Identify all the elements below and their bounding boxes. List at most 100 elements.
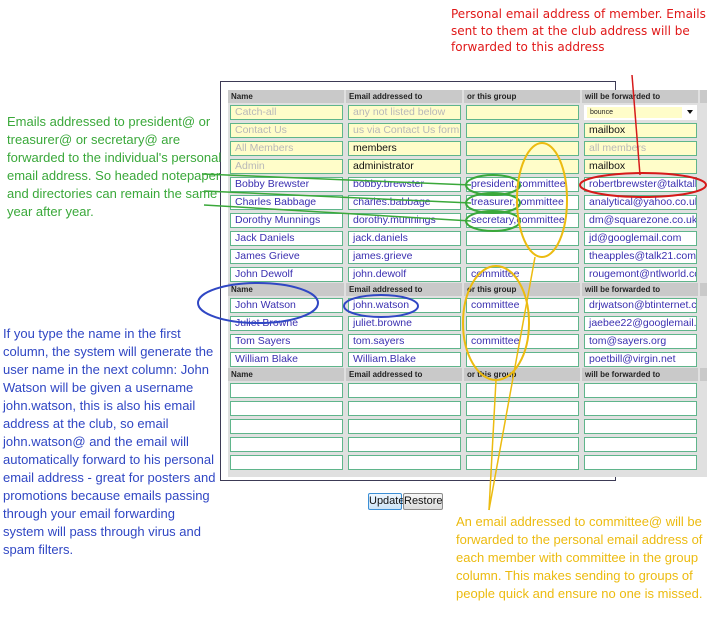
email-field[interactable] bbox=[348, 436, 461, 452]
table-row: Tom Sayers tom.sayers committee tom@saye… bbox=[228, 332, 707, 350]
group-field[interactable] bbox=[466, 436, 579, 452]
name-field[interactable] bbox=[230, 400, 343, 416]
forward-field[interactable]: jaebee22@googlemail. bbox=[584, 315, 697, 331]
annotation-role-addresses: Emails addressed to president@ or treasu… bbox=[7, 114, 222, 219]
header-name: Name bbox=[228, 283, 346, 296]
forward-field[interactable]: analytical@yahoo.co.uk bbox=[584, 194, 697, 210]
group-field[interactable] bbox=[466, 140, 579, 156]
forward-field[interactable]: drjwatson@btinternet.co bbox=[584, 297, 697, 313]
email-field[interactable]: dorothy.munnings bbox=[348, 212, 461, 228]
email-field[interactable]: administrator bbox=[348, 158, 461, 174]
name-field[interactable] bbox=[230, 454, 343, 470]
name-field[interactable]: Tom Sayers bbox=[230, 333, 343, 349]
restore-button[interactable]: Restore bbox=[403, 493, 443, 510]
email-field[interactable]: john.dewolf bbox=[348, 266, 461, 282]
email-field[interactable]: members bbox=[348, 140, 461, 156]
forward-field[interactable]: robertbrewster@talktalk bbox=[584, 176, 697, 192]
email-field[interactable] bbox=[348, 400, 461, 416]
group-field[interactable] bbox=[466, 351, 579, 367]
email-field[interactable] bbox=[348, 382, 461, 398]
email-field[interactable]: jack.daniels bbox=[348, 230, 461, 246]
email-field[interactable]: bobby.brewster bbox=[348, 176, 461, 192]
forward-field[interactable] bbox=[584, 436, 697, 452]
header-name: Name bbox=[228, 368, 346, 381]
forward-field[interactable]: jd@googlemail.com bbox=[584, 230, 697, 246]
email-field[interactable]: us via Contact Us form bbox=[348, 122, 461, 138]
table-row: John Dewolf john.dewolf committee rougem… bbox=[228, 265, 707, 283]
forward-field[interactable] bbox=[584, 382, 697, 398]
forward-field[interactable] bbox=[584, 454, 697, 470]
name-field[interactable] bbox=[230, 436, 343, 452]
name-field[interactable]: Catch-all bbox=[230, 104, 343, 120]
name-field[interactable]: John Dewolf bbox=[230, 266, 343, 282]
group-field[interactable] bbox=[466, 248, 579, 264]
name-field[interactable]: John Watson bbox=[230, 297, 343, 313]
annotation-group-committee: An email addressed to committee@ will be… bbox=[456, 514, 703, 601]
group-field[interactable] bbox=[466, 418, 579, 434]
forward-field[interactable]: dm@squarezone.co.uk bbox=[584, 212, 697, 228]
forward-field[interactable]: tom@sayers.org bbox=[584, 333, 697, 349]
name-field[interactable] bbox=[230, 418, 343, 434]
email-field[interactable] bbox=[348, 418, 461, 434]
name-field[interactable] bbox=[230, 382, 343, 398]
forward-field[interactable]: theapples@talk21.com bbox=[584, 248, 697, 264]
name-field[interactable]: All Members bbox=[230, 140, 343, 156]
group-field[interactable]: secretary,committee bbox=[466, 212, 579, 228]
name-field[interactable]: Admin bbox=[230, 158, 343, 174]
forward-select-value: bounce bbox=[587, 106, 682, 118]
forward-select[interactable]: bounce bbox=[584, 104, 697, 120]
table-row: William Blake William.Blake poetbill@vir… bbox=[228, 350, 707, 368]
table-row: Contact Us us via Contact Us form mailbo… bbox=[228, 121, 707, 139]
name-field[interactable]: Charles Babbage bbox=[230, 194, 343, 210]
table-header: Name Email addressed to or this group wi… bbox=[228, 368, 707, 381]
name-field[interactable]: James Grieve bbox=[230, 248, 343, 264]
group-field[interactable]: committee bbox=[466, 266, 579, 282]
email-field[interactable]: james.grieve bbox=[348, 248, 461, 264]
group-field[interactable]: treasurer,committee bbox=[466, 194, 579, 210]
group-field[interactable] bbox=[466, 230, 579, 246]
name-field[interactable]: Contact Us bbox=[230, 122, 343, 138]
group-field[interactable] bbox=[466, 454, 579, 470]
name-field[interactable]: William Blake bbox=[230, 351, 343, 367]
header-forward: will be forwarded to bbox=[582, 90, 700, 103]
table-row: Charles Babbage charles.babbage treasure… bbox=[228, 193, 707, 211]
group-field[interactable] bbox=[466, 104, 579, 120]
group-field[interactable]: committee bbox=[466, 297, 579, 313]
forward-field[interactable] bbox=[584, 418, 697, 434]
table-row: Bobby Brewster bobby.brewster president,… bbox=[228, 175, 707, 193]
dropdown-arrow-icon[interactable] bbox=[687, 109, 693, 114]
email-field[interactable]: john.watson bbox=[348, 297, 461, 313]
header-group: or this group bbox=[464, 368, 582, 381]
group-field[interactable] bbox=[466, 122, 579, 138]
group-field[interactable]: president,committee bbox=[466, 176, 579, 192]
email-field[interactable]: William.Blake bbox=[348, 351, 461, 367]
forward-field[interactable]: mailbox bbox=[584, 158, 697, 174]
forward-field[interactable]: all members bbox=[584, 140, 697, 156]
table-row: All Members members all members bbox=[228, 139, 707, 157]
forward-field[interactable] bbox=[584, 400, 697, 416]
email-field[interactable]: charles.babbage bbox=[348, 194, 461, 210]
email-field[interactable]: any not listed below bbox=[348, 104, 461, 120]
forward-field[interactable]: poetbill@virgin.net bbox=[584, 351, 697, 367]
table-row bbox=[228, 399, 707, 417]
annotation-personal-email: Personal email address of member. Emails… bbox=[451, 7, 706, 54]
name-field[interactable]: Juliet Browne bbox=[230, 315, 343, 331]
update-button[interactable]: Update bbox=[368, 493, 404, 510]
group-field[interactable] bbox=[466, 315, 579, 331]
table-row bbox=[228, 453, 707, 471]
forward-field[interactable]: mailbox bbox=[584, 122, 697, 138]
name-field[interactable]: Dorothy Munnings bbox=[230, 212, 343, 228]
group-field[interactable]: committee bbox=[466, 333, 579, 349]
group-field[interactable] bbox=[466, 158, 579, 174]
header-email: Email addressed to bbox=[346, 90, 464, 103]
table-header: Name Email addressed to or this group wi… bbox=[228, 90, 707, 103]
forward-field[interactable]: rougemont@ntlworld.co bbox=[584, 266, 697, 282]
email-field[interactable]: juliet.browne bbox=[348, 315, 461, 331]
table-row: Admin administrator mailbox bbox=[228, 157, 707, 175]
group-field[interactable] bbox=[466, 382, 579, 398]
email-field[interactable]: tom.sayers bbox=[348, 333, 461, 349]
name-field[interactable]: Bobby Brewster bbox=[230, 176, 343, 192]
name-field[interactable]: Jack Daniels bbox=[230, 230, 343, 246]
group-field[interactable] bbox=[466, 400, 579, 416]
email-field[interactable] bbox=[348, 454, 461, 470]
